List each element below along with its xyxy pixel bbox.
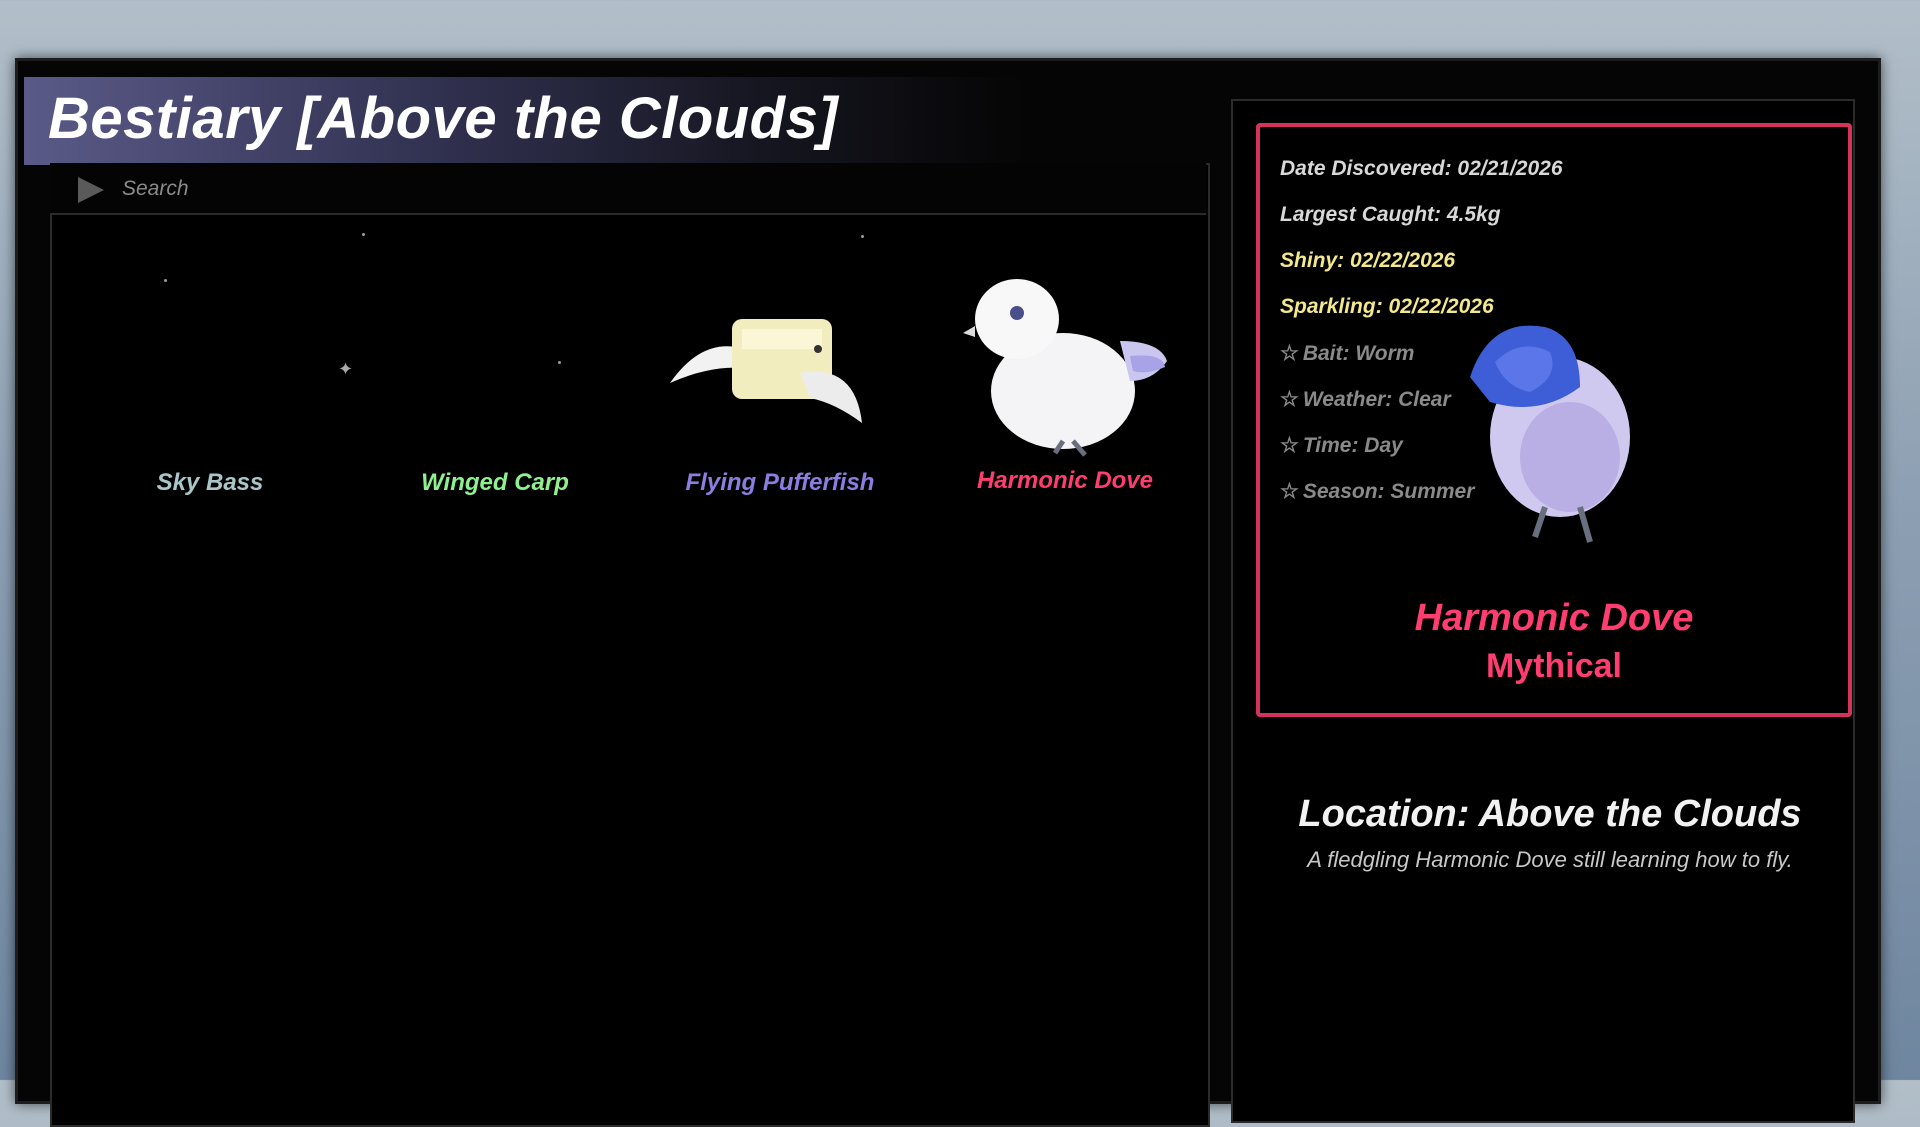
harmonic-dove-preview-icon <box>1470 325 1630 543</box>
fish-name: Sky Bass <box>156 469 264 496</box>
search-input[interactable] <box>120 173 724 205</box>
fish-info-card: Date Discovered: 02/21/2026 Largest Caug… <box>1256 123 1852 717</box>
requirement-bait: ☆ Bait: Worm <box>1280 341 1414 366</box>
requirement-time: ☆ Time: Day <box>1280 433 1403 458</box>
requirement-text: Time: Day <box>1302 434 1403 457</box>
flying-pufferfish-icon <box>670 319 862 423</box>
fish-description: A fledgling Harmonic Dove still learning… <box>1307 847 1793 872</box>
rarity-label: Mythical <box>1485 647 1623 685</box>
star-icon: ☆ <box>1280 434 1299 457</box>
fish-name: Winged Carp <box>421 469 569 496</box>
fish-name: Harmonic Dove <box>976 467 1154 494</box>
largest-caught: Largest Caught: 4.5kg <box>1280 203 1501 226</box>
window-title: Bestiary [Above the Clouds] <box>48 86 839 151</box>
sparkle-decoration: ✦ <box>338 359 354 379</box>
harmonic-dove-icon <box>963 279 1167 457</box>
sparkle-decoration <box>362 233 365 236</box>
date-discovered: Date Discovered: 02/21/2026 <box>1280 157 1563 180</box>
shiny-date: Shiny: 02/22/2026 <box>1280 249 1456 272</box>
star-icon: ☆ <box>1280 388 1299 411</box>
search-bar <box>50 163 1206 215</box>
requirement-text: Bait: Worm <box>1302 342 1415 365</box>
title-bar: Bestiary [Above the Clouds] <box>24 77 1024 165</box>
fish-card-sky-bass[interactable]: Sky Bass <box>80 273 340 553</box>
star-icon: ☆ <box>1280 342 1299 365</box>
bestiary-window: Bestiary [Above the Clouds] ✦ Sky Bass W… <box>15 58 1881 1127</box>
requirement-text: Weather: Clear <box>1302 388 1451 411</box>
requirement-weather: ☆ Weather: Clear <box>1280 387 1451 412</box>
play-arrow-icon[interactable] <box>78 177 104 203</box>
sparkle-decoration <box>861 235 864 238</box>
selected-fish-name: Harmonic Dove <box>1414 597 1694 639</box>
fish-name: Flying Pufferfish <box>685 469 875 496</box>
requirement-season: ☆ Season: Summer <box>1280 479 1474 504</box>
star-icon: ☆ <box>1280 480 1299 503</box>
location-label: Location: Above the Clouds <box>1298 793 1802 835</box>
fish-card-winged-carp[interactable]: Winged Carp <box>365 273 625 553</box>
requirement-text: Season: Summer <box>1302 480 1475 503</box>
fish-card-flying-pufferfish[interactable]: Flying Pufferfish <box>650 273 910 553</box>
fish-card-harmonic-dove[interactable]: Harmonic Dove <box>935 271 1195 551</box>
